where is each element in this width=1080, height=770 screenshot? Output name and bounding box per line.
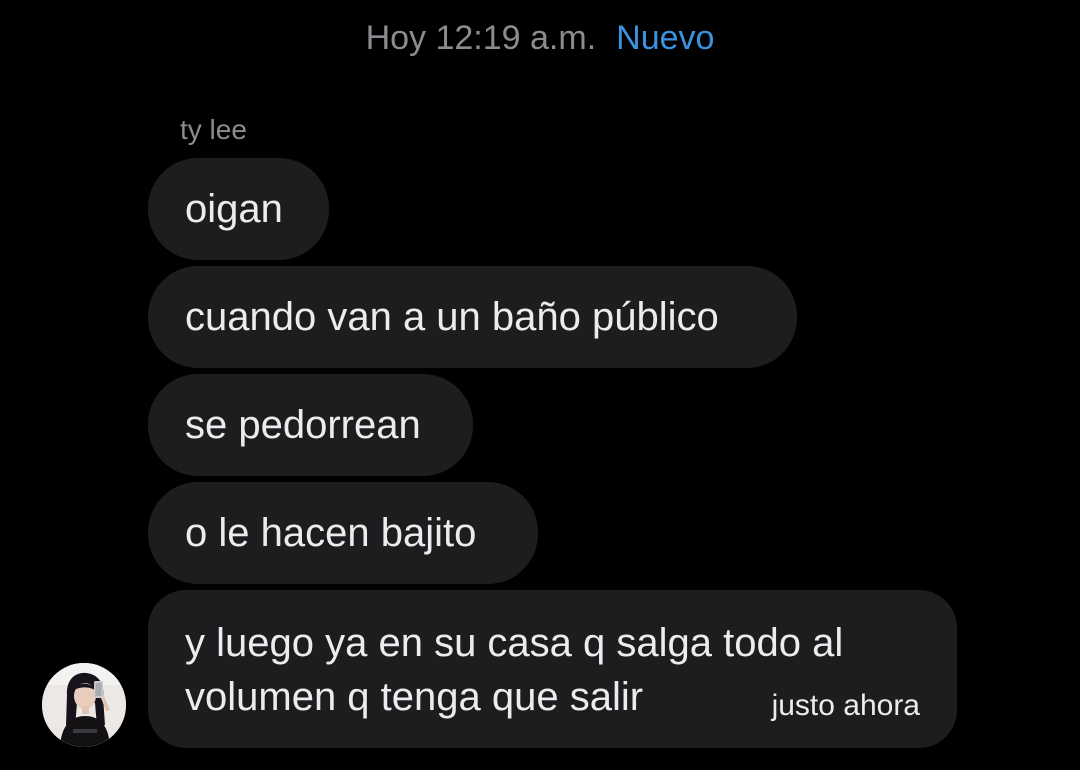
message-bubble[interactable]: o le hacen bajito: [148, 482, 538, 584]
conversation-view: Hoy 12:19 a.m. Nuevo ty lee oigan cuando …: [0, 0, 1080, 770]
avatar-image: [42, 663, 126, 747]
message-text: oigan: [185, 187, 283, 231]
sender-name: ty lee: [180, 114, 247, 145]
message-bubble[interactable]: cuando van a un baño público: [148, 266, 797, 368]
message-bubble[interactable]: oigan: [148, 158, 329, 260]
new-messages-label: Nuevo: [616, 19, 715, 57]
date-label: Hoy 12:19 a.m.: [365, 19, 597, 57]
message-text: cuando van a un baño público: [185, 295, 719, 339]
avatar[interactable]: [42, 663, 126, 747]
message-timestamp: justo ahora: [771, 689, 920, 722]
message-text: o le hacen bajito: [185, 511, 477, 555]
message-bubble[interactable]: y luego ya en su casa q salga todo al vo…: [148, 590, 957, 748]
message-text: y luego ya en su casa q salga todo al: [185, 621, 844, 665]
message-text: se pedorrean: [185, 403, 421, 447]
date-separator: Hoy 12:19 a.m. Nuevo: [0, 16, 1080, 60]
message-bubble[interactable]: se pedorrean: [148, 374, 473, 476]
